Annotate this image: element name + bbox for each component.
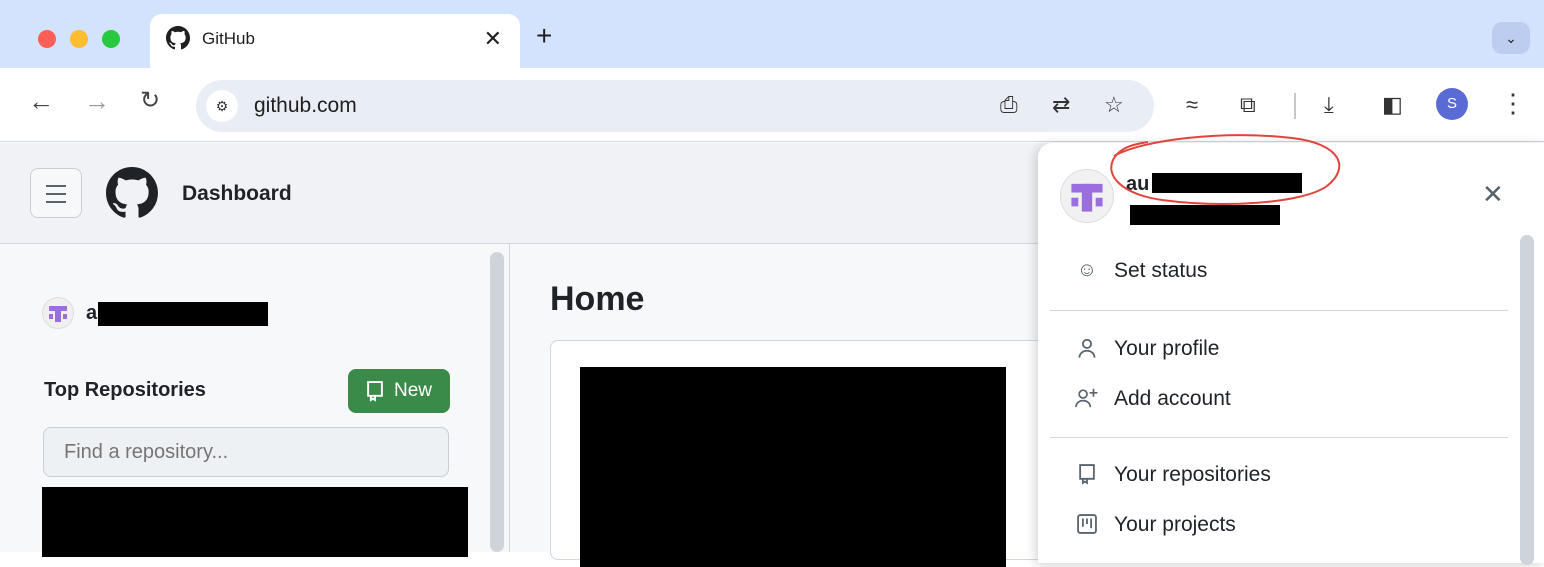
menu-item-label: Add account <box>1114 387 1231 410</box>
menu-item-label: Your projects <box>1114 513 1236 536</box>
close-window-button[interactable] <box>38 30 56 48</box>
github-favicon-icon <box>166 26 190 50</box>
chrome-menu-icon[interactable]: ⋮ <box>1500 88 1526 119</box>
redacted-feed-content <box>580 367 1006 567</box>
close-icon[interactable]: ✕ <box>1482 179 1504 210</box>
home-feed-card <box>550 340 1050 567</box>
repo-icon <box>367 381 383 402</box>
menu-scrollbar[interactable] <box>1520 235 1534 565</box>
repo-icon <box>1074 463 1100 489</box>
maximize-window-button[interactable] <box>102 30 120 48</box>
find-repository-input[interactable] <box>43 427 449 477</box>
toolbar-divider <box>1294 93 1296 119</box>
side-panel-icon[interactable]: ◧ <box>1382 92 1403 118</box>
site-settings-icon[interactable]: ⚙ <box>206 90 238 122</box>
browser-tab[interactable]: GitHub ✕ <box>150 14 520 70</box>
menu-divider <box>1050 437 1508 438</box>
tab-title: GitHub <box>202 29 255 48</box>
hamburger-menu-button[interactable] <box>30 168 82 218</box>
bookmark-star-icon[interactable]: ☆ <box>1104 92 1124 118</box>
new-repository-button[interactable]: New <box>348 369 450 413</box>
redacted-repository-list <box>42 487 468 557</box>
menu-divider <box>1050 310 1508 311</box>
tab-search-chevron-icon[interactable]: ⌄ <box>1492 22 1530 54</box>
media-control-icon[interactable]: ≈ <box>1186 92 1198 118</box>
translate-icon[interactable]: ⇄ <box>1052 92 1070 118</box>
forward-arrow-icon[interactable]: → <box>84 86 110 117</box>
page-title[interactable]: Dashboard <box>182 182 292 206</box>
menu-item-label: Your repositories <box>1114 463 1271 486</box>
browser-tab-bar: GitHub ✕ + ⌄ <box>0 0 1544 70</box>
back-arrow-icon[interactable]: ← <box>28 86 54 117</box>
person-add-icon <box>1074 387 1100 413</box>
new-tab-button[interactable]: + <box>536 20 552 52</box>
annotation-circle <box>1110 134 1341 205</box>
url-text[interactable]: github.com <box>254 94 357 118</box>
minimize-window-button[interactable] <box>70 30 88 48</box>
address-bar[interactable]: ⚙ github.com ⎙ ⇄ ☆ <box>196 80 1154 132</box>
reload-icon[interactable]: ↻ <box>140 86 160 115</box>
install-app-icon[interactable]: ⎙ <box>1000 92 1018 118</box>
home-heading: Home <box>550 280 645 318</box>
menu-item-label: Set status <box>1114 259 1208 282</box>
smiley-icon: ☺ <box>1076 259 1098 281</box>
close-tab-icon[interactable]: ✕ <box>484 26 502 52</box>
github-logo-icon[interactable] <box>106 167 158 219</box>
dashboard-sidebar: a Top Repositories New <box>0 244 510 557</box>
person-icon <box>1074 337 1100 363</box>
sidebar-username[interactable]: a <box>86 302 97 325</box>
menu-item-label: Your profile <box>1114 337 1220 360</box>
extensions-puzzle-icon[interactable]: ⧉ <box>1240 92 1256 118</box>
new-button-label: New <box>394 380 433 401</box>
sidebar-scrollbar[interactable] <box>490 252 504 552</box>
project-icon <box>1074 513 1100 539</box>
chrome-profile-avatar[interactable]: S <box>1436 88 1468 120</box>
top-repositories-heading: Top Repositories <box>44 379 206 401</box>
avatar[interactable] <box>42 297 74 329</box>
downloads-icon[interactable]: ⤓ <box>1324 92 1334 118</box>
redacted-username <box>98 302 268 326</box>
